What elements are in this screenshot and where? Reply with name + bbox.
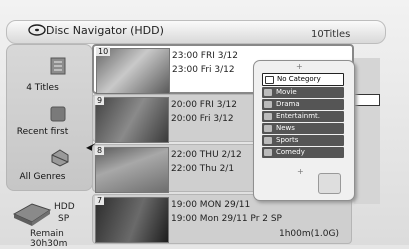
genre-label: Movie (276, 88, 297, 96)
recording-thumbnail (95, 97, 169, 143)
category-icon (265, 76, 274, 84)
sort-icon (50, 106, 66, 122)
genre-option-drama[interactable]: Drama (262, 99, 344, 110)
recording-thumbnail (95, 147, 169, 193)
recording-number: 7 (95, 196, 105, 205)
news-icon (264, 125, 272, 132)
recording-time: 20:00 FRI 3/12 (171, 100, 237, 110)
comedy-icon (264, 149, 272, 156)
recording-date: 22:00 Thu 2/1 (171, 164, 235, 174)
recording-number: 10 (96, 47, 111, 56)
genre-option-movie[interactable]: Movie (262, 87, 344, 98)
genre-option-comedy[interactable]: Comedy (262, 147, 344, 158)
right-info-box (354, 94, 380, 106)
titles-filter[interactable]: 4 Titles (0, 83, 85, 93)
page-title: Disc Navigator (HDD) (46, 24, 164, 37)
recording-time: 19:00 MON 29/11 (171, 200, 251, 210)
genre-filter[interactable]: All Genres (0, 172, 85, 182)
genre-option-news[interactable]: News (262, 123, 344, 134)
recording-number: 9 (95, 96, 105, 105)
remain-hdd-label: HDD (54, 202, 75, 212)
genre-label: Sports (276, 136, 299, 144)
remain-label: Remain (30, 229, 64, 239)
drama-icon (264, 101, 272, 108)
recording-number: 8 (95, 146, 105, 155)
right-info-panel (354, 58, 380, 204)
genre-menu: No Category Movie Drama Entertainmt. New… (262, 73, 344, 159)
recording-row[interactable]: 7 19:00 MON 29/11 19:00 Mon 29/11 Pr 2 S… (92, 194, 352, 244)
recording-date: 23:00 Fri 3/12 (172, 65, 235, 75)
titles-count: 10Titles (311, 29, 351, 40)
disc-icon (28, 24, 46, 36)
recording-time: 22:00 THU 2/12 (171, 150, 242, 160)
genre-label: News (276, 124, 295, 132)
recording-date: 20:00 Fri 3/12 (171, 114, 234, 124)
movie-icon (264, 89, 272, 96)
scroll-up-icon[interactable]: + (296, 62, 303, 71)
genre-label: Comedy (276, 148, 305, 156)
hdd-icon (12, 203, 52, 226)
recording-time: 23:00 FRI 3/12 (172, 51, 238, 61)
scroll-down-icon[interactable]: + (297, 167, 304, 176)
popup-ok-button[interactable] (318, 173, 341, 194)
sports-icon (264, 137, 272, 144)
recording-duration: 1h00m(1.0G) (279, 229, 339, 239)
genre-label: No Category (277, 75, 321, 83)
remain-value: 30h30m (30, 239, 68, 249)
genre-option-entertainment[interactable]: Entertainmt. (262, 111, 344, 122)
remain-mode: SP (58, 214, 70, 224)
genre-label: Drama (276, 100, 300, 108)
genre-icon (51, 149, 69, 167)
recording-date: 19:00 Mon 29/11 Pr 2 SP (171, 214, 282, 224)
genre-label: Entertainmt. (276, 112, 320, 120)
entertainment-icon (264, 113, 272, 120)
genre-option-sports[interactable]: Sports (262, 135, 344, 146)
titles-list-icon (50, 57, 66, 75)
recording-thumbnail (95, 197, 169, 243)
genre-option-no-category[interactable]: No Category (262, 73, 344, 86)
sort-order[interactable]: Recent first (0, 127, 85, 137)
